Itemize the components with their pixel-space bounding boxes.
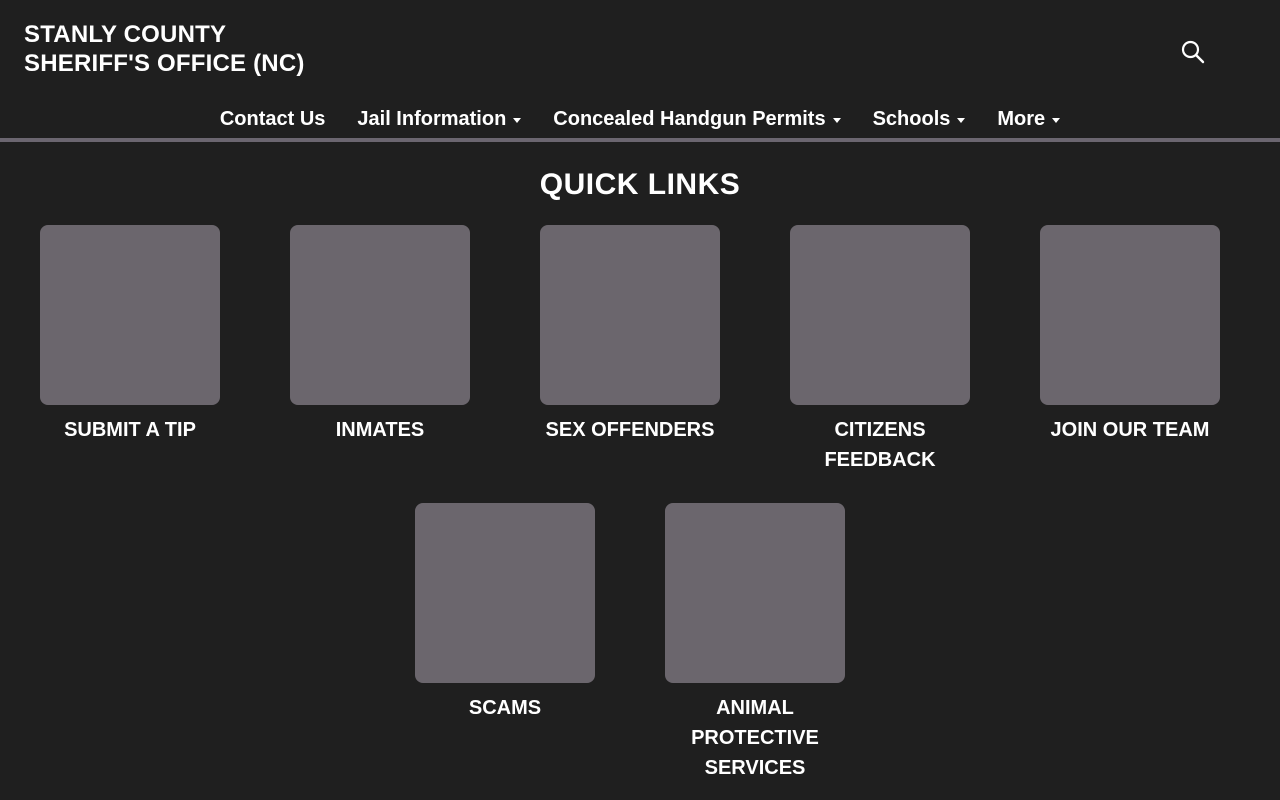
quick-link-label[interactable]: JOIN OUR TEAM <box>1020 415 1240 445</box>
main-nav: Contact Us Jail Information Concealed Ha… <box>0 100 1280 142</box>
quick-link-image[interactable] <box>790 225 970 405</box>
site-title-line2: SHERIFF'S OFFICE (NC) <box>24 50 305 77</box>
quick-link-citizens-feedback[interactable]: CITIZENS FEEDBACK <box>790 225 970 475</box>
nav-item-label: Schools <box>872 107 951 130</box>
quick-link-submit-a-tip[interactable]: SUBMIT A TIP <box>40 225 220 445</box>
quick-link-image[interactable] <box>665 503 845 683</box>
site-title-line1: STANLY COUNTY <box>24 21 227 48</box>
site-title[interactable]: STANLY COUNTY SHERIFF'S OFFICE (NC) <box>24 20 305 78</box>
quick-link-animal-protective-services[interactable]: ANIMAL PROTECTIVE SERVICES <box>665 503 845 783</box>
nav-item-schools[interactable]: Schools <box>857 100 982 138</box>
quick-link-label[interactable]: SEX OFFENDERS <box>520 415 740 445</box>
nav-item-more[interactable]: More <box>981 100 1076 138</box>
search-button[interactable] <box>1178 38 1208 68</box>
nav-item-label: Concealed Handgun Permits <box>553 107 826 130</box>
quick-link-image[interactable] <box>540 225 720 405</box>
nav-item-concealed-handgun-permits[interactable]: Concealed Handgun Permits <box>537 100 856 138</box>
quick-link-label[interactable]: INMATES <box>290 415 470 445</box>
quick-link-scams[interactable]: SCAMS <box>415 503 595 723</box>
caret-down-icon <box>1052 117 1061 123</box>
quick-link-inmates[interactable]: INMATES <box>290 225 470 445</box>
quick-link-label[interactable]: CITIZENS FEEDBACK <box>790 415 970 475</box>
quick-link-label[interactable]: SCAMS <box>415 693 595 723</box>
caret-down-icon <box>513 117 522 123</box>
quick-link-label[interactable]: ANIMAL PROTECTIVE SERVICES <box>665 693 845 783</box>
quick-link-image[interactable] <box>40 225 220 405</box>
nav-item-label: More <box>997 107 1046 130</box>
search-icon <box>1181 40 1205 63</box>
quick-link-image[interactable] <box>1040 225 1220 405</box>
quick-link-label[interactable]: SUBMIT A TIP <box>40 415 220 445</box>
quick-links-title: QUICK LINKS <box>539 168 741 201</box>
quick-link-image[interactable] <box>415 503 595 683</box>
quick-link-image[interactable] <box>290 225 470 405</box>
quick-link-sex-offenders[interactable]: SEX OFFENDERS <box>540 225 720 445</box>
nav-item-label: Contact Us <box>219 107 326 130</box>
caret-down-icon <box>832 117 841 123</box>
quick-link-join-our-team[interactable]: JOIN OUR TEAM <box>1040 225 1220 445</box>
site-header: STANLY COUNTY SHERIFF'S OFFICE (NC) <box>0 0 1280 100</box>
nav-item-jail-information[interactable]: Jail Information <box>341 100 537 138</box>
nav-item-label: Jail Information <box>357 107 507 130</box>
nav-item-contact-us[interactable]: Contact Us <box>204 100 342 138</box>
caret-down-icon <box>957 117 966 123</box>
